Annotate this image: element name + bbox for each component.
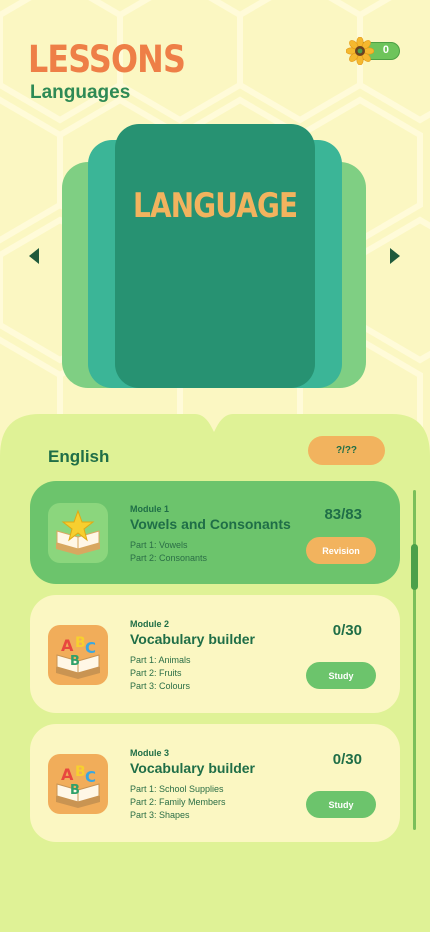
course-name: English	[48, 447, 110, 466]
study-button[interactable]: Study	[306, 662, 376, 689]
module-thumbnail: A B C B	[48, 625, 108, 685]
svg-text:A: A	[61, 636, 74, 655]
course-progress-badge: ?/??	[308, 436, 385, 465]
revision-button[interactable]: Revision	[306, 537, 376, 564]
module-title: Vocabulary builder	[130, 760, 255, 776]
module-part: Part 3: Shapes	[130, 810, 190, 820]
scrollbar-track[interactable]	[413, 490, 416, 830]
language-book-card[interactable]	[115, 124, 315, 388]
module-card[interactable]: A B C B Module 2 Vocabulary builder Part…	[30, 595, 400, 713]
page-title: LESSONS	[28, 38, 186, 81]
svg-text:C: C	[85, 768, 96, 786]
module-score: 0/30	[332, 622, 362, 639]
module-number: Module 2	[130, 619, 170, 629]
triangle-left-icon[interactable]	[27, 246, 41, 266]
module-title: Vowels and Consonants	[130, 516, 291, 532]
module-part: Part 2: Consonants	[130, 553, 208, 563]
svg-text:B: B	[70, 783, 80, 798]
svg-text:C: C	[85, 639, 96, 657]
abc-book-icon: A B C B	[56, 764, 100, 808]
book-title: LANGUAGE	[133, 186, 298, 226]
module-part: Part 3: Colours	[130, 681, 191, 691]
page-subtitle: Languages	[30, 82, 131, 103]
coin-count: 0	[382, 44, 389, 56]
study-button[interactable]: Study	[306, 791, 376, 818]
triangle-right-icon[interactable]	[388, 246, 402, 266]
module-number: Module 3	[130, 748, 170, 758]
star-book-icon	[56, 509, 100, 555]
svg-text:B: B	[70, 654, 80, 669]
module-title: Vocabulary builder	[130, 631, 255, 647]
module-card[interactable]: Module 1 Vowels and Consonants Part 1: V…	[30, 481, 400, 584]
module-number: Module 1	[130, 504, 170, 514]
module-part: Part 1: Animals	[130, 655, 191, 665]
scrollbar-thumb[interactable]	[411, 544, 418, 590]
module-part: Part 1: Vowels	[130, 540, 188, 550]
svg-text:A: A	[61, 765, 74, 784]
module-part: Part 2: Fruits	[130, 668, 182, 678]
module-thumbnail: A B C B	[48, 754, 108, 814]
module-part: Part 2: Family Members	[130, 797, 226, 807]
module-score: 0/30	[332, 751, 362, 768]
module-card[interactable]: A B C B Module 3 Vocabulary builder Part…	[30, 724, 400, 842]
module-part: Part 1: School Supplies	[130, 784, 224, 794]
sunflower-coin-icon	[346, 37, 374, 65]
abc-book-icon: A B C B	[56, 635, 100, 679]
module-score: 83/83	[324, 506, 362, 523]
module-thumbnail	[48, 503, 108, 563]
